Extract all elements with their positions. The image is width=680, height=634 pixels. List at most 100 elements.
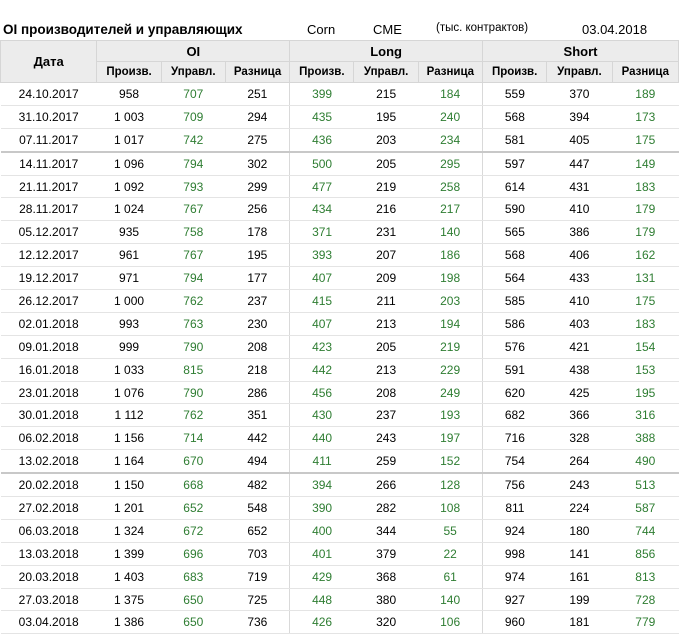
- short-producers-cell: 591: [482, 358, 547, 382]
- oi-producers-cell: 1 386: [96, 610, 162, 634]
- oi-managers-cell: 670: [161, 449, 226, 474]
- date-cell: 13.02.2018: [0, 449, 97, 474]
- long-difference-cell: 128: [418, 472, 483, 498]
- oi-producers-cell: 1 403: [96, 565, 162, 589]
- long-difference-cell: 193: [418, 403, 483, 428]
- table-row: 09.01.2018 999 790 208 423 205 219 576 421 154: [0, 335, 679, 359]
- table-row: 06.02.2018 1 156 714 442 440 243 197 716 328 388: [0, 426, 679, 451]
- long-managers-cell: 195: [353, 105, 419, 129]
- oi-difference-cell: 178: [225, 220, 290, 245]
- short-difference-cell: 388: [612, 426, 679, 451]
- oi-difference-cell: 302: [225, 150, 290, 176]
- short-managers-cell: 405: [546, 128, 613, 153]
- short-managers-cell: 161: [546, 565, 613, 589]
- oi-difference-cell: 494: [225, 449, 290, 474]
- oi-producers-cell: 958: [96, 82, 162, 106]
- short-producers-cell: 585: [482, 289, 547, 313]
- date-cell: 02.01.2018: [0, 312, 97, 336]
- short-managers-cell: 425: [546, 381, 613, 405]
- table-row: 19.12.2017 971 794 177 407 209 198 564 433 131: [0, 266, 679, 291]
- short-managers-cell: 386: [546, 220, 613, 245]
- date-cell: 06.02.2018: [0, 426, 97, 451]
- oi-managers-cell: 668: [161, 472, 226, 498]
- short-difference-cell: 856: [612, 542, 679, 566]
- oi-managers-cell: 793: [161, 175, 226, 199]
- header-group-oi: OI: [96, 40, 291, 62]
- long-managers-cell: 216: [353, 197, 419, 222]
- short-difference-cell: 183: [612, 312, 679, 336]
- header-short-managers: Управл.: [546, 61, 613, 83]
- oi-difference-cell: 548: [225, 496, 290, 520]
- long-managers-cell: 368: [353, 565, 419, 589]
- table-row: 13.02.2018 1 164 670 494 411 259 152 754 264 490: [0, 449, 679, 474]
- table-body: 24.10.2017 958 707 251 399 215 184 559 370 189 31.…: [0, 82, 679, 634]
- short-difference-cell: 179: [612, 197, 679, 222]
- long-difference-cell: 55: [418, 519, 483, 543]
- long-managers-cell: 203: [353, 128, 419, 153]
- long-difference-cell: 249: [418, 381, 483, 405]
- header-short-producers: Произв.: [482, 61, 548, 83]
- oi-managers-cell: 650: [161, 610, 226, 634]
- short-difference-cell: 779: [612, 610, 679, 634]
- long-difference-cell: 197: [418, 426, 483, 451]
- long-difference-cell: 140: [418, 220, 483, 245]
- short-producers-cell: 564: [482, 266, 547, 291]
- long-managers-cell: 231: [353, 220, 419, 245]
- oi-managers-cell: 762: [161, 403, 226, 428]
- short-producers-cell: 811: [482, 496, 547, 520]
- short-difference-cell: 513: [612, 472, 679, 498]
- oi-producers-cell: 971: [96, 266, 162, 291]
- long-producers-cell: 390: [289, 496, 354, 520]
- header-oi-producers: Произв.: [96, 61, 162, 83]
- short-difference-cell: 587: [612, 496, 679, 520]
- long-managers-cell: 237: [353, 403, 419, 428]
- short-producers-cell: 568: [482, 105, 547, 129]
- short-managers-cell: 438: [546, 358, 613, 382]
- date-cell: 13.03.2018: [0, 542, 97, 566]
- short-managers-cell: 410: [546, 289, 613, 313]
- oi-managers-cell: 790: [161, 381, 226, 405]
- report-title: OI производителей и управляющих: [3, 22, 243, 37]
- short-managers-cell: 410: [546, 197, 613, 222]
- short-producers-cell: 960: [482, 610, 547, 634]
- short-managers-cell: 447: [546, 150, 613, 176]
- long-producers-cell: 440: [289, 426, 354, 451]
- long-difference-cell: 258: [418, 175, 483, 199]
- short-managers-cell: 394: [546, 105, 613, 129]
- date-cell: 24.10.2017: [0, 82, 97, 106]
- short-difference-cell: 189: [612, 82, 679, 106]
- long-managers-cell: 266: [353, 472, 419, 498]
- table-row: 14.11.2017 1 096 794 302 500 205 295 597 447 149: [0, 150, 679, 176]
- long-producers-cell: 426: [289, 610, 354, 634]
- header-short-difference: Разница: [611, 61, 680, 83]
- long-difference-cell: 184: [418, 82, 483, 106]
- short-producers-cell: 974: [482, 565, 547, 589]
- date-cell: 28.11.2017: [0, 197, 97, 222]
- oi-difference-cell: 275: [225, 128, 290, 153]
- units-label: (тыс. контрактов): [436, 22, 529, 34]
- oi-difference-cell: 218: [225, 358, 290, 382]
- short-managers-cell: 403: [546, 312, 613, 336]
- long-difference-cell: 106: [418, 610, 483, 634]
- long-managers-cell: 205: [353, 335, 419, 359]
- long-difference-cell: 194: [418, 312, 483, 336]
- short-difference-cell: 175: [612, 128, 679, 153]
- short-managers-cell: 431: [546, 175, 613, 199]
- long-managers-cell: 211: [353, 289, 419, 313]
- short-difference-cell: 183: [612, 175, 679, 199]
- oi-producers-cell: 1 033: [96, 358, 162, 382]
- oi-managers-cell: 709: [161, 105, 226, 129]
- short-difference-cell: 179: [612, 220, 679, 245]
- table-row: 06.03.2018 1 324 672 652 400 344 55 924 180 744: [0, 519, 679, 543]
- long-managers-cell: 379: [353, 542, 419, 566]
- long-producers-cell: 456: [289, 381, 354, 405]
- short-producers-cell: 620: [482, 381, 547, 405]
- oi-difference-cell: 237: [225, 289, 290, 313]
- oi-producers-cell: 1 096: [96, 150, 162, 176]
- long-producers-cell: 407: [289, 312, 354, 336]
- oi-difference-cell: 208: [225, 335, 290, 359]
- header-group-short: Short: [482, 40, 679, 62]
- table-row: 24.10.2017 958 707 251 399 215 184 559 370 189: [0, 82, 679, 106]
- short-difference-cell: 316: [612, 403, 679, 428]
- oi-table: Дата OI Long Short Произв. Управл. Разни…: [0, 40, 680, 634]
